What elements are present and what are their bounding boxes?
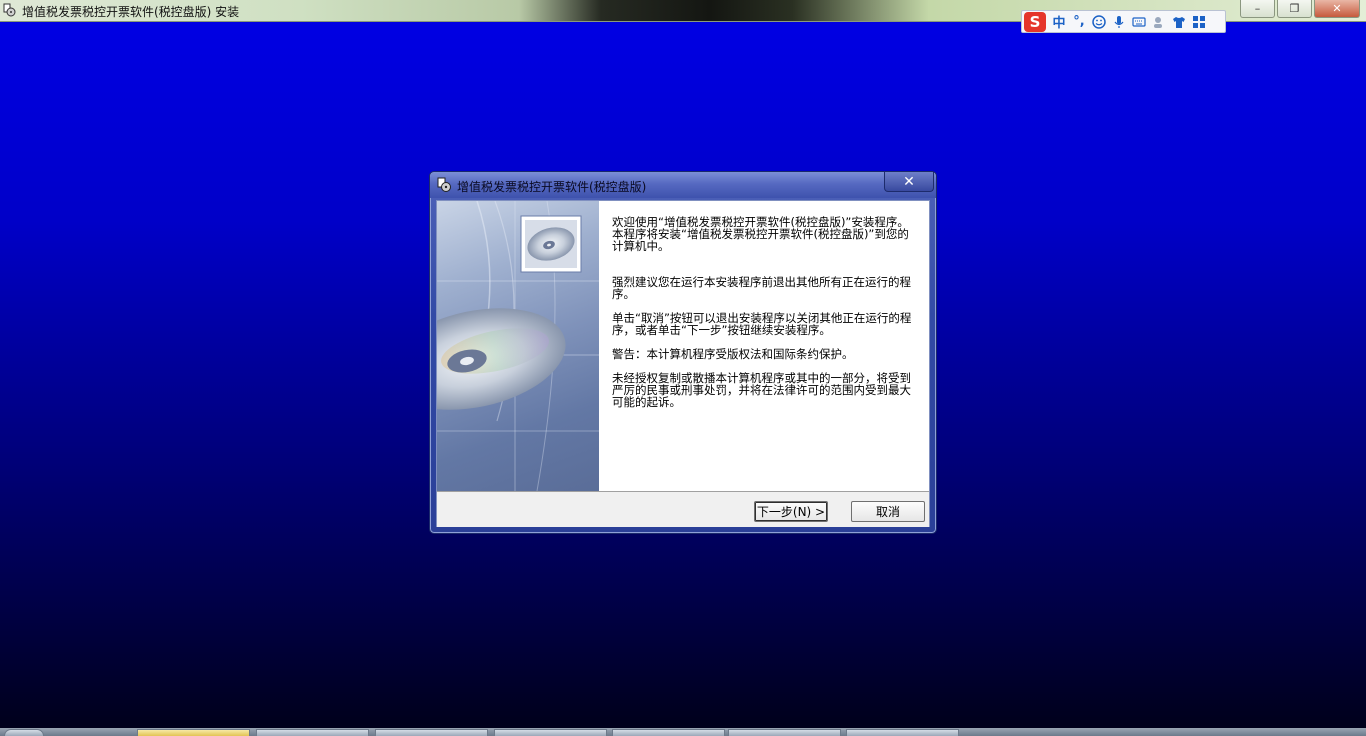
legal-paragraph: 未经授权复制或散播本计算机程序或其中的一部分，将受到严厉的民事或刑事处罚，并将在… — [612, 371, 911, 409]
button-bar: 下一步(N) > 取消 — [437, 491, 929, 527]
taskbar-item-installer[interactable] — [137, 729, 250, 736]
ime-toolbar: S 中 °, — [1021, 10, 1226, 33]
dialog-titlebar[interactable]: 增值税发票税控开票软件(税控盘版) ✕ — [430, 172, 936, 198]
window-title: 增值税发票税控开票软件(税控盘版) 安装 — [22, 5, 240, 19]
ime-mode-toggle[interactable]: 中 — [1052, 12, 1066, 31]
taskbar-item[interactable] — [256, 729, 369, 736]
close-button[interactable]: ✕ — [1314, 0, 1360, 18]
keyboard-icon[interactable] — [1132, 15, 1146, 29]
restore-button[interactable]: ❐ — [1277, 0, 1312, 18]
dialog-client: 欢迎使用“增值税发票税控开票软件(税控盘版)”安装程序。本程序将安装“增值税发票… — [436, 200, 930, 527]
welcome-content: 欢迎使用“增值税发票税控开票软件(税控盘版)”安装程序。本程序将安装“增值税发票… — [599, 201, 929, 491]
toolbox-grid-icon[interactable] — [1192, 15, 1206, 29]
installer-icon — [3, 3, 16, 17]
start-button[interactable] — [4, 729, 44, 736]
taskbar-item[interactable] — [375, 729, 488, 736]
microphone-icon[interactable] — [1112, 15, 1126, 29]
setup-banner-image — [437, 201, 599, 491]
user-icon[interactable] — [1152, 15, 1166, 29]
advice-paragraph: 强烈建议您在运行本安装程序前退出其他所有正在运行的程序。 — [612, 275, 911, 301]
instruction-paragraph: 单击“取消”按钮可以退出安装程序以关闭其他正在运行的程序，或者单击“下一步”按钮… — [612, 311, 912, 337]
taskbar-item[interactable] — [846, 729, 959, 736]
skin-shirt-icon[interactable] — [1172, 15, 1186, 29]
sogou-logo-icon[interactable]: S — [1024, 11, 1046, 32]
taskbar-item[interactable] — [728, 729, 841, 736]
dialog-close-button[interactable]: ✕ — [884, 172, 934, 192]
window-controls: – ❐ ✕ — [1240, 0, 1360, 18]
minimize-button[interactable]: – — [1240, 0, 1275, 18]
dialog-title: 增值税发票税控开票软件(税控盘版) — [457, 180, 647, 194]
welcome-paragraph: 欢迎使用“增值税发票税控开票软件(税控盘版)”安装程序。本程序将安装“增值税发票… — [612, 215, 909, 253]
taskbar — [0, 728, 1366, 736]
setup-dialog: 增值税发票税控开票软件(税控盘版) ✕ 欢迎使用“增值税发票税控开票软件(税控盘… — [429, 171, 937, 534]
warning-paragraph: 警告：本计算机程序受版权法和国际条约保护。 — [612, 347, 854, 361]
ime-punct-toggle[interactable]: °, — [1072, 14, 1086, 29]
taskbar-item[interactable] — [494, 729, 607, 736]
cd-artwork-icon — [437, 201, 599, 491]
emoji-icon[interactable] — [1092, 14, 1106, 29]
installer-icon — [437, 177, 451, 192]
cancel-button[interactable]: 取消 — [851, 501, 925, 522]
taskbar-item[interactable] — [612, 729, 725, 736]
next-button[interactable]: 下一步(N) > — [754, 501, 828, 522]
